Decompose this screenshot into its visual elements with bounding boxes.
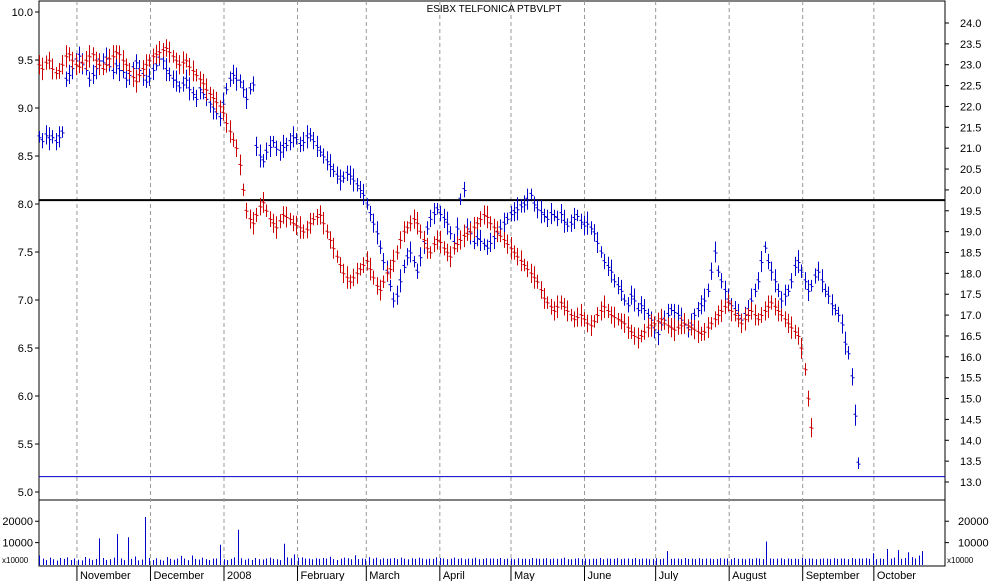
x-tick-label: July: [659, 570, 679, 581]
y-tick-label: 19.5: [960, 206, 981, 218]
y-tick-label: 8.5: [18, 151, 33, 163]
y-tick-label: 17.0: [960, 310, 981, 322]
y-tick-label: 9.5: [18, 55, 33, 67]
y-tick-label: 15.0: [960, 394, 981, 406]
x-tick-label: December: [153, 570, 204, 581]
volume-tick-label: 20000: [958, 516, 989, 528]
y-tick-label: 13.0: [960, 477, 981, 489]
y-tick-label: 10.0: [12, 7, 33, 19]
y-tick-label: 19.0: [960, 227, 981, 239]
volume-multiplier-label: x10000: [2, 556, 29, 565]
x-tick-label: May: [514, 570, 535, 581]
y-tick-label: 18.5: [960, 248, 981, 260]
y-tick-label: 16.5: [960, 331, 981, 343]
x-tick-label: September: [806, 570, 860, 581]
y-tick-label: 21.0: [960, 143, 981, 155]
price-chart: 5.05.56.06.57.07.58.08.59.09.510.0200001…: [2, 0, 989, 581]
y-tick-label: 16.0: [960, 352, 981, 364]
y-tick-label: 23.5: [960, 39, 981, 51]
x-tick-label: 2008: [227, 570, 251, 581]
y-tick-label: 5.0: [18, 487, 33, 499]
y-tick-label: 6.0: [18, 391, 33, 403]
volume-tick-label: 10000: [2, 538, 33, 550]
y-tick-label: 14.5: [960, 414, 981, 426]
y-tick-label: 21.5: [960, 122, 981, 134]
x-tick-label: April: [443, 570, 465, 581]
y-tick-label: 14.0: [960, 435, 981, 447]
x-tick-label: March: [369, 570, 400, 581]
x-tick-label: February: [301, 570, 346, 581]
y-tick-label: 13.5: [960, 456, 981, 468]
y-tick-label: 24.0: [960, 18, 981, 30]
y-tick-label: 22.0: [960, 101, 981, 113]
y-tick-label: 22.5: [960, 81, 981, 93]
y-tick-label: 20.0: [960, 185, 981, 197]
volume-multiplier-label: x10000: [947, 556, 974, 565]
volume-tick-label: 10000: [958, 538, 989, 550]
x-tick-label: August: [732, 570, 766, 581]
y-tick-label: 15.5: [960, 373, 981, 385]
left-axis: 5.0 5.5 6.0 6.5 7.0 7.5 8.0 8.5 9.0 9.5 10.0 20000 1…: [2, 7, 39, 565]
plot-frame: [38, 0, 946, 567]
x-tick-label: June: [587, 570, 611, 581]
y-tick-label: 9.0: [18, 103, 33, 115]
chart-title: ESIBX TELFONICA PTBVLPT: [427, 4, 562, 15]
y-tick-label: 20.5: [960, 164, 981, 176]
y-tick-label: 7.0: [18, 295, 33, 307]
y-tick-label: 23.0: [960, 60, 981, 72]
x-axis: November December 2008 February March April Ma…: [76, 566, 916, 581]
y-tick-label: 17.5: [960, 289, 981, 301]
y-tick-label: 5.5: [18, 439, 33, 451]
x-tick-label: October: [877, 570, 916, 581]
y-tick-label: 6.5: [18, 343, 33, 355]
y-tick-label: 18.0: [960, 268, 981, 280]
right-axis: 13.0 13.5 14.0 14.5 15.0 15.5 16.0 16.5 17.0 17.5…: [945, 18, 989, 565]
volume-tick-label: 20000: [2, 516, 33, 528]
y-tick-label: 7.5: [18, 247, 33, 259]
y-tick-label: 8.0: [18, 199, 33, 211]
x-tick-label: November: [80, 570, 131, 581]
